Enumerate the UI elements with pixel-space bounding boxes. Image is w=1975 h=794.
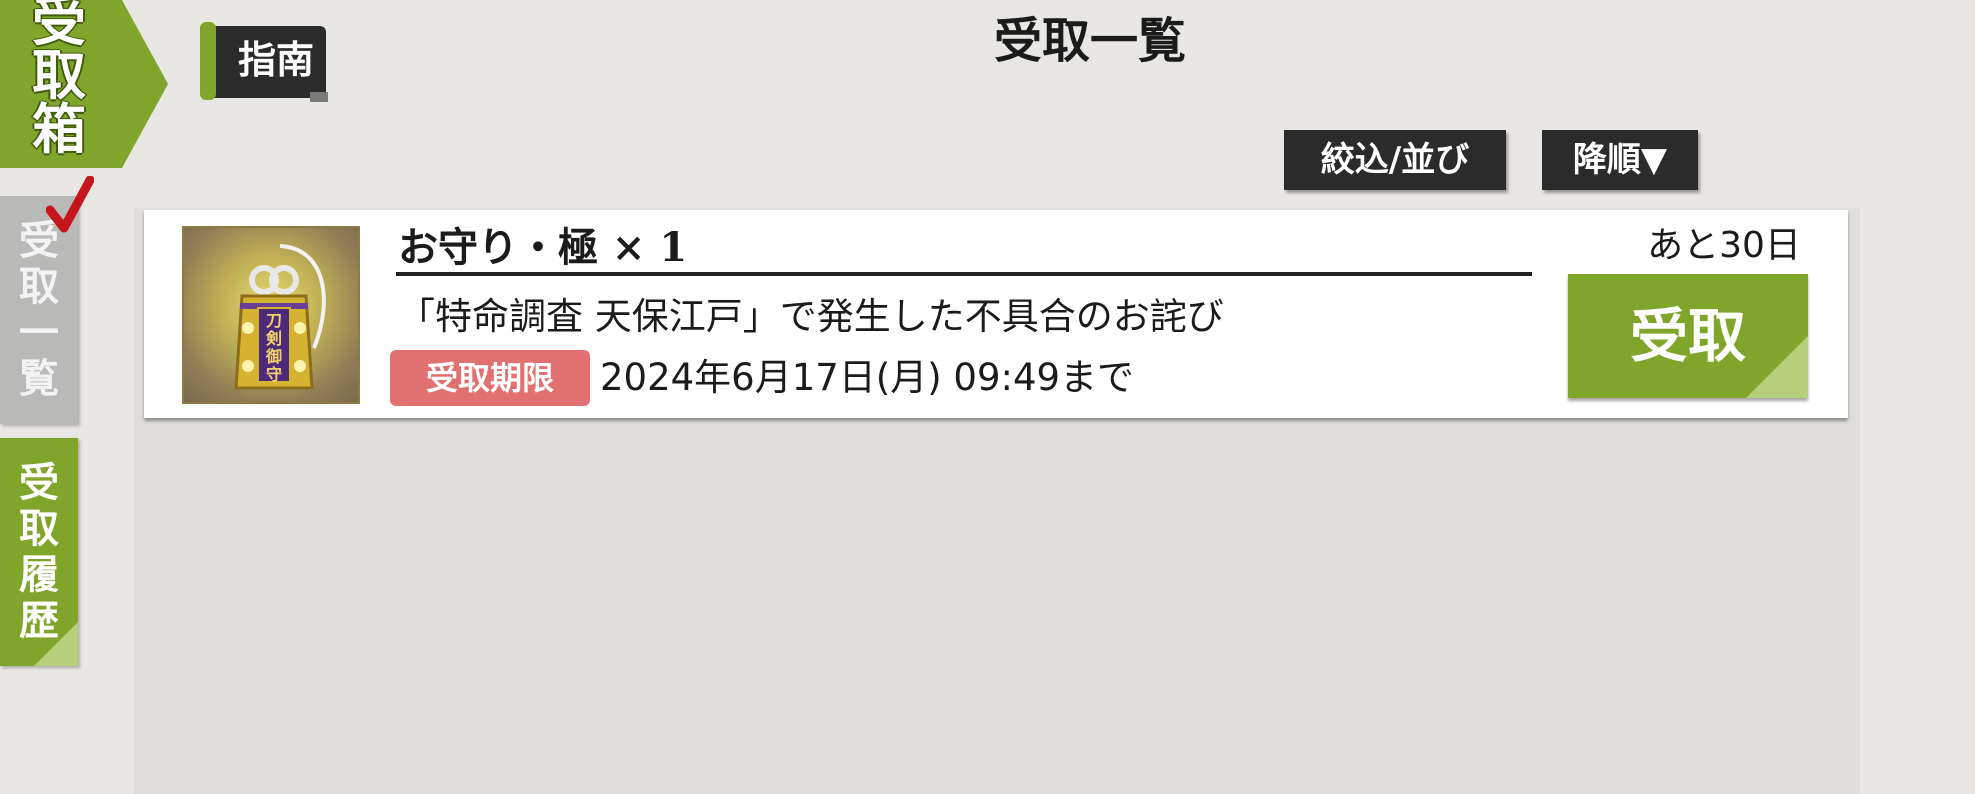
tab-char: 覧 — [19, 355, 59, 402]
receive-button[interactable]: 受取 — [1568, 274, 1808, 398]
tab-char: 受 — [19, 459, 59, 506]
tab-char: 取 — [19, 263, 59, 310]
tab-char: 取 — [19, 505, 59, 552]
check-icon — [46, 176, 94, 233]
badge-char: 受 — [32, 0, 86, 53]
item-name: お守り・極 × 1 — [398, 224, 688, 271]
guide-label: 指南 — [237, 37, 314, 82]
deadline-badge: 受取期限 — [390, 350, 590, 406]
tab-receive-history[interactable]: 受 取 履 歴 — [0, 438, 78, 666]
tab-char: 履 — [19, 551, 59, 598]
omamori-illustration: 刀 剣 御 守 — [234, 244, 326, 390]
badge-char: 箱 — [32, 97, 86, 161]
omamori-char: 刀 — [266, 311, 282, 330]
deadline-text: 2024年6月17日(月) 09:49まで — [600, 356, 1135, 399]
guide-button[interactable]: 指南 — [200, 20, 328, 104]
omamori-char: 守 — [266, 365, 282, 384]
receive-button-label: 受取 — [1629, 302, 1746, 370]
omamori-char: 御 — [265, 347, 282, 366]
item-divider — [396, 272, 1532, 276]
page-title: 受取一覧 — [993, 13, 1186, 69]
button-corner-decoration — [1746, 336, 1808, 398]
item-description: 「特命調査 天保江戸」で発生した不具合のお詫び — [398, 295, 1224, 338]
badge-title: 受 取 箱 — [0, 0, 118, 156]
tab-corner-decoration — [34, 622, 78, 666]
tab-char: 一 — [19, 309, 59, 356]
list-item: 刀 剣 御 守 お守り・極 × 1 「特命調査 天保江戸」で発生した不具合のお詫… — [144, 210, 1848, 418]
filter-sort-button[interactable]: 絞込/並び — [1284, 130, 1506, 190]
omamori-icon: 刀 剣 御 守 — [182, 226, 360, 404]
inbox-badge: 受 取 箱 — [0, 0, 168, 168]
badge-char: 取 — [32, 43, 86, 107]
remaining-days: あと30日 — [1647, 225, 1801, 266]
omamori-char: 剣 — [265, 329, 282, 348]
sort-order-button[interactable]: 降順▼ — [1542, 130, 1698, 190]
